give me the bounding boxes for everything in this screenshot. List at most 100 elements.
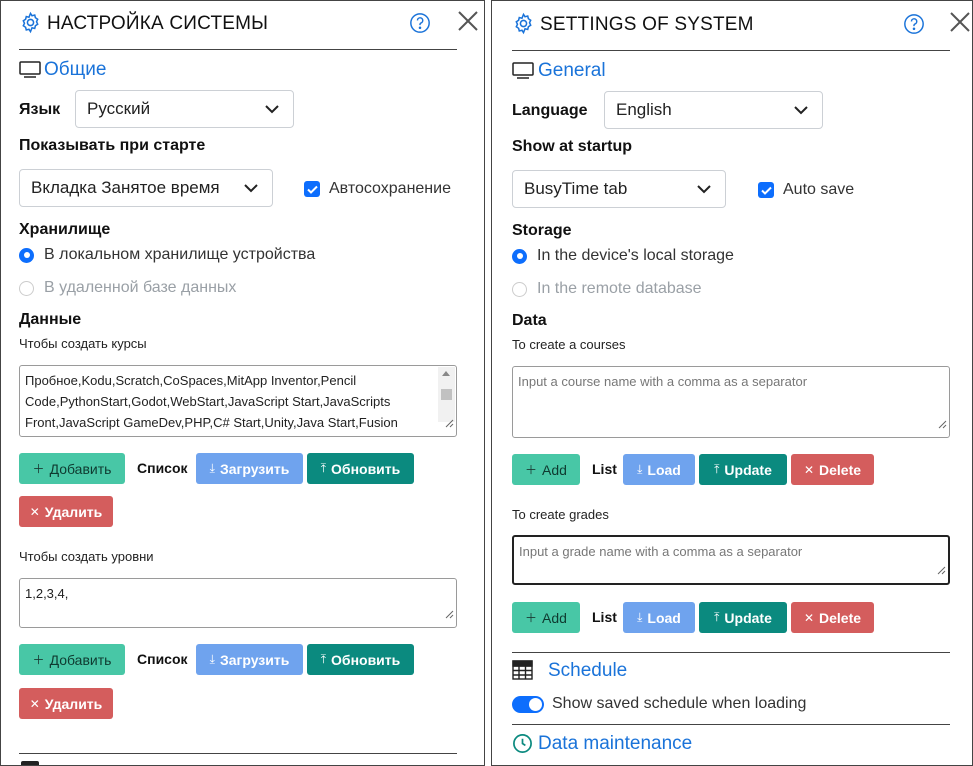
add-label: Добавить	[49, 460, 112, 477]
section-data-maintenance: Data maintenance	[538, 733, 693, 754]
storage-remote-radio[interactable]: In the remote database	[512, 280, 702, 298]
download-icon: ⤓	[209, 461, 215, 475]
delete-label: Delete	[819, 609, 862, 626]
autosave-label: Auto save	[783, 181, 855, 198]
storage-local-radio[interactable]: В локальном хранилище устройства	[19, 246, 315, 264]
add-courses-button[interactable]: ＋ Добавить	[19, 453, 125, 484]
calendar-icon	[21, 761, 39, 765]
storage-local-label: В локальном хранилище устройства	[44, 246, 316, 263]
section-general: General	[538, 60, 606, 81]
courses-textarea[interactable]: Пробное,Kodu,Scratch,CoSpaces,MitApp Inv…	[19, 365, 457, 437]
startup-label: Показывать при старте	[19, 137, 206, 154]
upload-icon: ⤒	[714, 462, 720, 476]
load-grades-button[interactable]: ⤓ Загрузить	[196, 644, 303, 675]
update-courses-button[interactable]: ⤒ Update	[699, 454, 787, 485]
courses-placeholder: Input a course name with a comma as a se…	[518, 374, 808, 389]
grades-textarea[interactable]: 1,2,3,4,	[19, 578, 457, 628]
radio-unselected-icon	[19, 280, 34, 296]
close-icon: ✕	[803, 462, 815, 477]
add-grades-button[interactable]: ＋ Add	[512, 602, 580, 633]
section-schedule: Schedule	[548, 660, 628, 681]
help-icon[interactable]	[903, 13, 925, 35]
update-grades-button[interactable]: ⤒ Update	[699, 602, 787, 633]
grades-label: To create grades	[512, 507, 609, 522]
startup-select[interactable]: Вкладка Занятое время	[19, 169, 273, 207]
language-label: Language	[512, 102, 588, 119]
resize-grip-icon[interactable]	[938, 414, 947, 435]
autosave-checkbox[interactable]: Автосохранение	[304, 180, 451, 198]
courses-label: Чтобы создать курсы	[19, 336, 147, 351]
schedule-toggle[interactable]: Show saved schedule when loading	[512, 695, 806, 713]
language-select[interactable]: English	[604, 91, 823, 129]
storage-remote-radio[interactable]: В удаленной базе данных	[19, 279, 236, 297]
close-icon[interactable]	[457, 10, 479, 32]
update-label: Обновить	[331, 460, 401, 477]
startup-label: Show at startup	[512, 138, 633, 155]
resize-grip-icon[interactable]	[445, 604, 454, 625]
load-courses-button[interactable]: ⤓ Загрузить	[196, 453, 303, 484]
settings-panel-en: SETTINGS OF SYSTEM General Language Engl…	[491, 0, 973, 766]
load-grades-button[interactable]: ⤓ Load	[623, 602, 695, 633]
courses-textarea[interactable]: Input a course name with a comma as a se…	[512, 366, 950, 438]
calendar-icon	[512, 660, 533, 685]
data-label: Data	[512, 312, 547, 329]
storage-label: Хранилище	[19, 221, 111, 238]
delete-courses-button[interactable]: ✕ Удалить	[19, 496, 113, 527]
section-divider	[512, 652, 950, 653]
load-label: Загрузить	[219, 651, 290, 668]
data-label: Данные	[19, 311, 82, 328]
update-label: Обновить	[331, 651, 401, 668]
close-icon[interactable]	[949, 11, 971, 33]
section-general: Общие	[44, 59, 107, 80]
courses-label: To create a courses	[512, 337, 626, 352]
monitor-icon	[512, 62, 534, 84]
startup-select-value: BusyTime tab	[524, 179, 628, 198]
grades-textarea[interactable]: Input a grade name with a comma as a sep…	[512, 535, 950, 585]
chevron-down-icon	[244, 178, 258, 198]
section-divider	[512, 724, 950, 725]
resize-grip-icon[interactable]	[445, 413, 454, 434]
add-label: Add	[542, 461, 567, 478]
close-icon: ✕	[29, 696, 40, 711]
startup-select[interactable]: BusyTime tab	[512, 170, 726, 208]
add-grades-button[interactable]: ＋ Добавить	[19, 644, 125, 675]
delete-grades-button[interactable]: ✕ Удалить	[19, 688, 113, 719]
load-courses-button[interactable]: ⤓ Load	[623, 454, 695, 485]
delete-grades-button[interactable]: ✕ Delete	[791, 602, 874, 633]
storage-local-label: In the device's local storage	[537, 247, 734, 264]
delete-label: Delete	[819, 461, 862, 478]
courses-textarea-value: Пробное,Kodu,Scratch,CoSpaces,MitApp Inv…	[25, 373, 398, 430]
language-select-value: English	[616, 100, 672, 119]
checkbox-checked-icon	[758, 182, 774, 198]
section-divider	[19, 753, 457, 754]
close-icon: ✕	[803, 610, 815, 625]
list-label: List	[592, 609, 617, 625]
schedule-toggle-label: Show saved schedule when loading	[552, 695, 807, 712]
close-icon: ✕	[29, 504, 40, 519]
autosave-checkbox[interactable]: Auto save	[758, 181, 854, 199]
add-courses-button[interactable]: ＋ Add	[512, 454, 580, 485]
radio-unselected-icon	[512, 281, 527, 297]
grades-placeholder: Input a grade name with a comma as a sep…	[519, 544, 803, 559]
update-grades-button[interactable]: ⤒ Обновить	[307, 644, 414, 675]
language-label: Язык	[19, 101, 61, 118]
help-icon[interactable]	[409, 12, 431, 34]
startup-select-value: Вкладка Занятое время	[31, 178, 220, 197]
resize-grip-icon[interactable]	[937, 560, 946, 581]
download-icon: ⤓	[209, 652, 215, 666]
add-label: Добавить	[49, 651, 112, 668]
gear-icon	[19, 11, 42, 34]
update-courses-button[interactable]: ⤒ Обновить	[307, 453, 414, 484]
update-label: Update	[724, 609, 772, 626]
storage-local-radio[interactable]: In the device's local storage	[512, 247, 734, 265]
autosave-label: Автосохранение	[329, 180, 451, 197]
delete-courses-button[interactable]: ✕ Delete	[791, 454, 874, 485]
gear-icon	[512, 12, 535, 35]
download-icon: ⤓	[637, 610, 643, 624]
grades-textarea-value: 1,2,3,4,	[25, 586, 69, 601]
storage-remote-label: В удаленной базе данных	[44, 279, 237, 296]
language-select[interactable]: Русский	[75, 90, 294, 128]
chevron-down-icon	[794, 100, 808, 120]
chevron-down-icon	[265, 99, 279, 119]
delete-label: Удалить	[44, 503, 103, 520]
